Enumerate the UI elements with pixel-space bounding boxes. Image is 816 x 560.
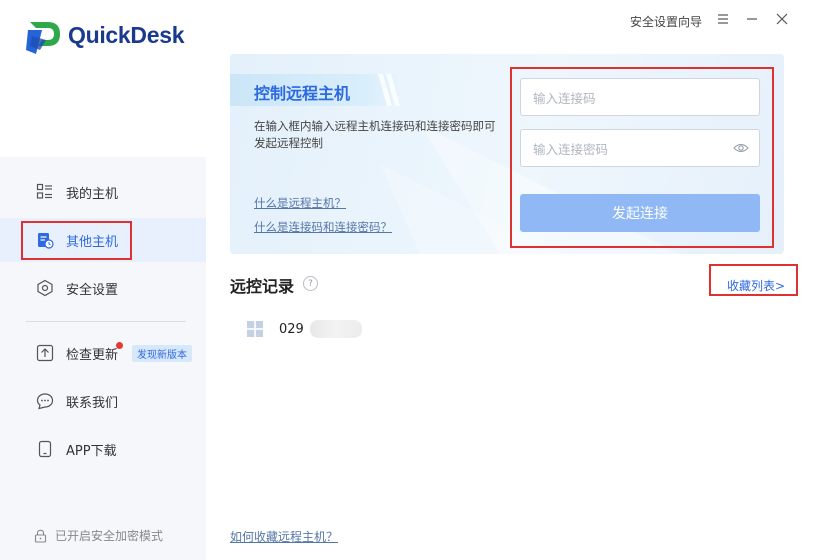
help-icon[interactable]: ?	[303, 276, 318, 291]
chat-icon	[36, 393, 54, 410]
sidebar-item-label: 联系我们	[66, 395, 119, 411]
encryption-status-label: 已开启安全加密模式	[55, 529, 164, 543]
shield-icon	[37, 279, 53, 297]
sidebar-item-label: APP下载	[66, 443, 117, 459]
annotation-highlight-box	[709, 264, 798, 296]
minimize-icon[interactable]	[745, 12, 759, 26]
sidebar-divider	[26, 321, 186, 322]
menu-icon[interactable]	[716, 12, 730, 26]
close-icon[interactable]	[775, 12, 789, 26]
sidebar-item-app-download[interactable]: APP下载	[8, 427, 206, 471]
encryption-status: 已开启安全加密模式	[34, 527, 163, 544]
windows-icon	[247, 321, 263, 337]
sidebar-item-label: 安全设置	[66, 282, 119, 298]
banner-title: 控制远程主机	[254, 84, 351, 103]
app-name: QuickDesk	[68, 22, 185, 48]
what-is-code-password-link[interactable]: 什么是连接码和连接密码？	[254, 219, 392, 235]
stripe-decoration	[378, 74, 400, 106]
record-item[interactable]: 029	[247, 320, 362, 338]
remote-records-title: 远控记录	[230, 277, 295, 296]
security-wizard-link[interactable]: 安全设置向导	[630, 13, 702, 30]
redacted-code	[309, 320, 362, 338]
how-to-favorite-link[interactable]: 如何收藏远程主机？	[230, 528, 338, 545]
update-icon	[36, 344, 54, 362]
sidebar-item-security[interactable]: 安全设置	[8, 266, 206, 310]
sidebar-item-check-update[interactable]: 检查更新 发现新版本	[8, 331, 206, 375]
sidebar-item-label: 检查更新	[66, 347, 119, 363]
annotation-highlight-box	[510, 67, 774, 248]
sidebar-item-contact[interactable]: 联系我们	[8, 379, 206, 423]
new-version-badge[interactable]: 发现新版本	[132, 344, 193, 362]
sidebar-item-label: 我的主机	[66, 186, 119, 202]
annotation-highlight-box	[21, 221, 132, 260]
notification-dot	[116, 342, 123, 349]
lock-icon	[34, 529, 47, 543]
phone-icon	[38, 440, 52, 458]
what-is-remote-host-link[interactable]: 什么是远程主机？	[254, 195, 346, 211]
sidebar-item-my-hosts[interactable]: 我的主机	[8, 170, 206, 214]
record-name: 029	[279, 321, 304, 337]
banner-description: 在输入框内输入远程主机连接码和连接密码即可发起远程控制	[254, 119, 496, 150]
sidebar: QuickDesk 我的主机 其他主机 安全设置 检查更新 发现新版本 联系我们…	[0, 0, 206, 560]
hosts-icon	[36, 183, 52, 199]
